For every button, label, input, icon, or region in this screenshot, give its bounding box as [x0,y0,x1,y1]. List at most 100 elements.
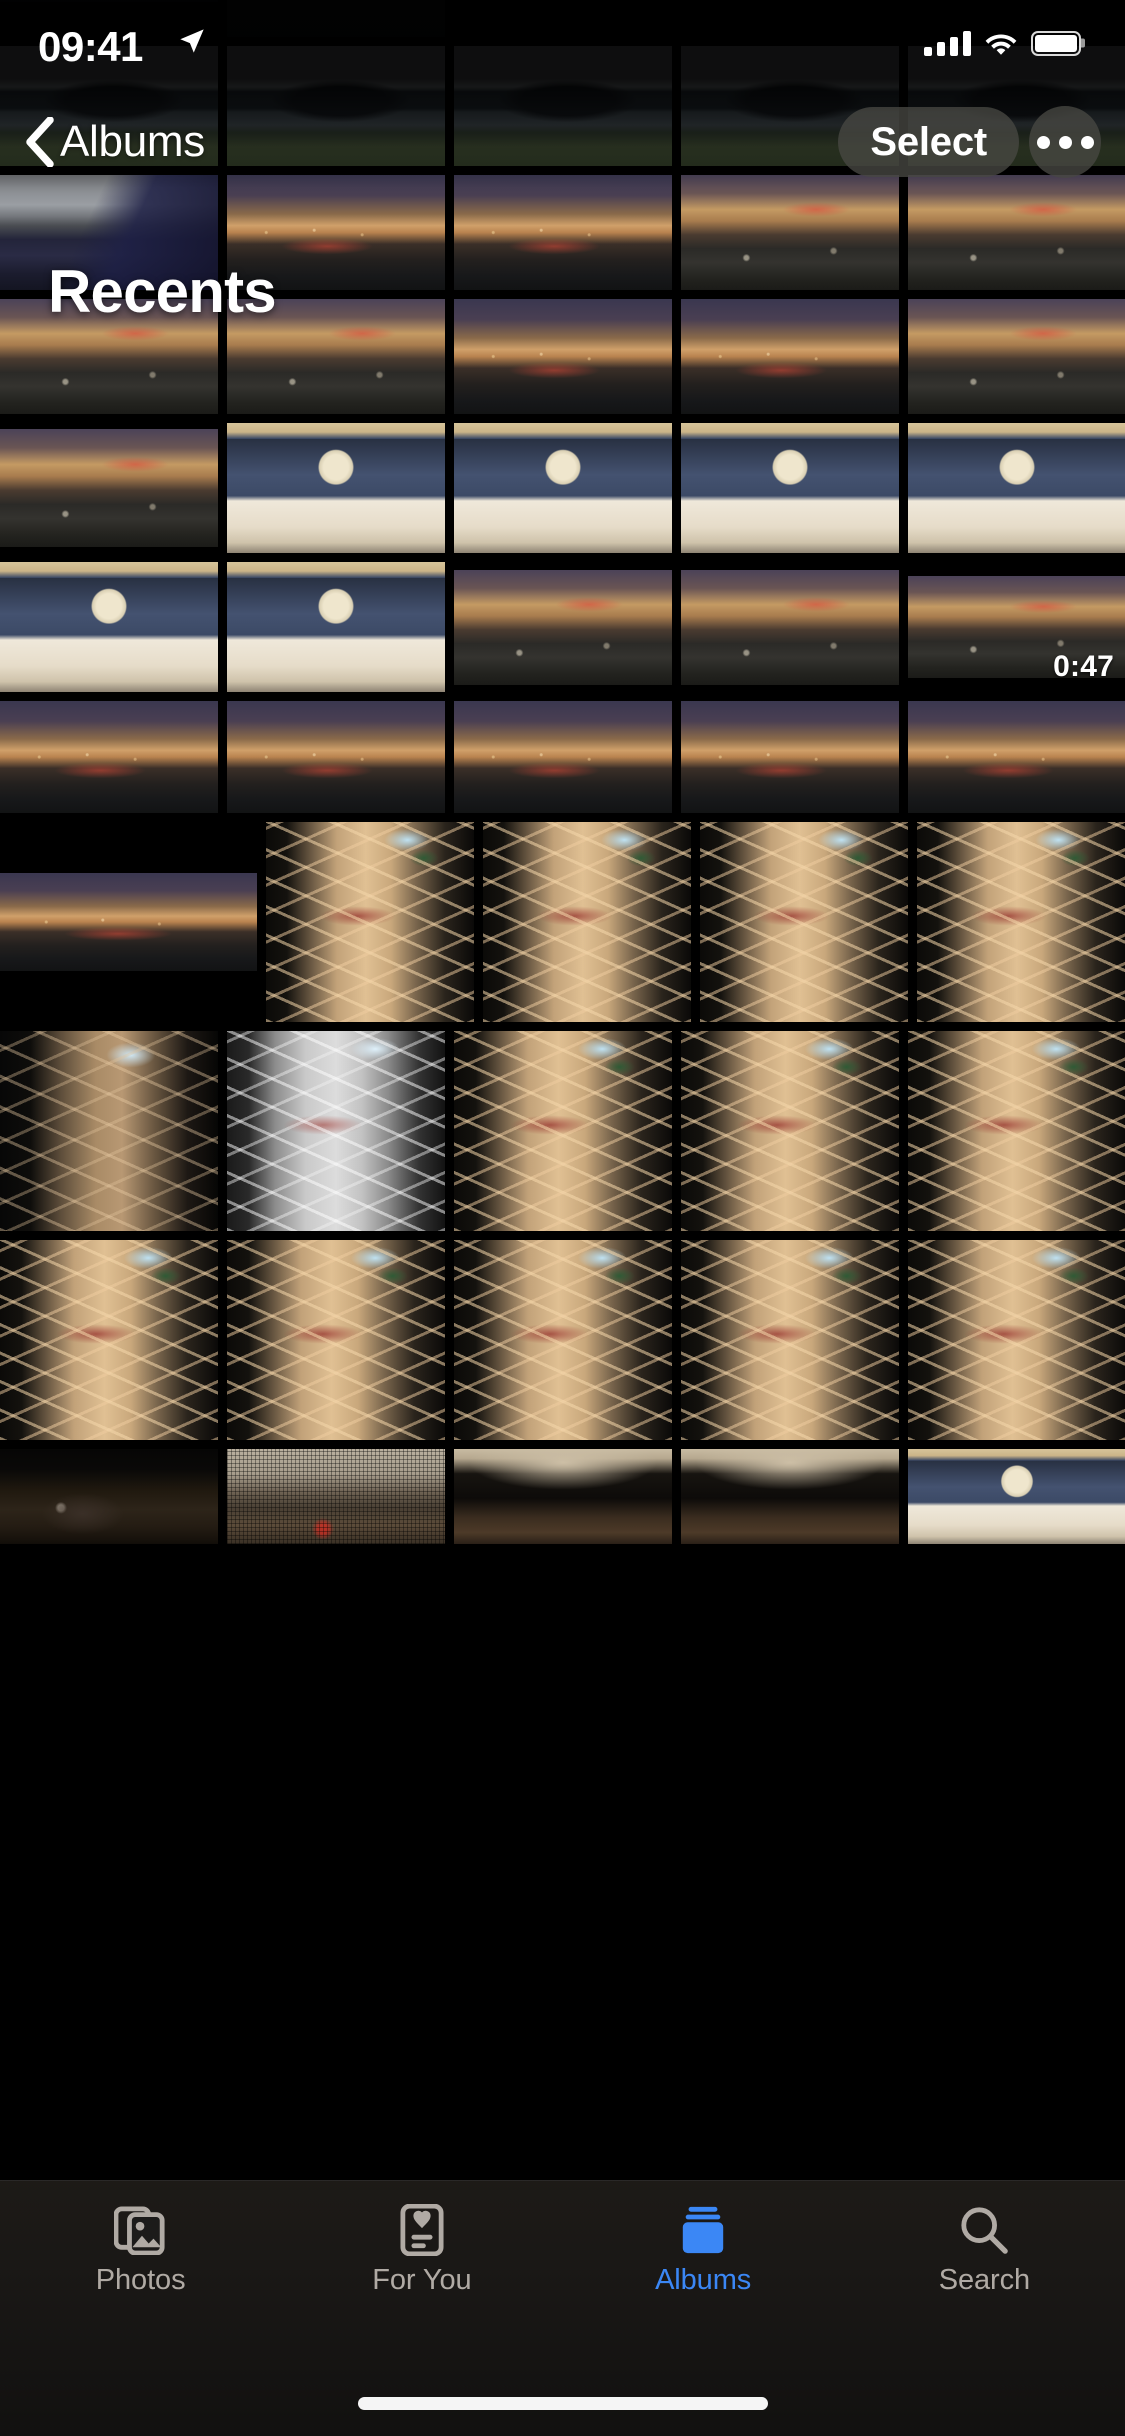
photo-grid-photo-cell[interactable] [0,1031,218,1231]
photo-grid-photo-cell[interactable] [908,1240,1125,1440]
photo-thumbnail [454,175,672,290]
photo-thumbnail [0,1240,218,1440]
photo-thumbnail [227,562,445,692]
photo-grid-photo-cell[interactable] [0,562,218,692]
photo-grid-photo-cell[interactable] [681,1240,899,1440]
photos-app-screen: 0:47 Recents 09:41 Albums Select Photos … [0,0,1125,2436]
photo-grid-photo-cell[interactable] [227,701,445,813]
grid-gutter [899,1031,908,1231]
photo-thumbnail [908,1240,1125,1440]
photo-grid-photo-cell[interactable] [454,1240,672,1440]
chevron-left-icon [26,117,54,167]
photo-grid-photo-cell[interactable] [917,822,1125,1022]
photo-thumbnail [0,0,218,2]
albums-stack-icon [674,2203,732,2257]
photo-grid-photo-cell[interactable] [908,175,1125,290]
tab-label: Albums [655,2264,752,2296]
tab-for-you[interactable]: For You [281,2203,562,2295]
photo-grid-photo-cell[interactable] [0,1449,218,1544]
grid-gutter [899,1449,908,1544]
photo-grid-photo-cell[interactable] [454,701,672,813]
select-button[interactable]: Select [838,107,1019,177]
grid-gutter [691,822,700,1022]
photo-thumbnail [454,701,672,813]
photo-grid-photo-cell[interactable] [227,562,445,692]
grid-gutter [218,423,227,553]
photo-grid-photo-cell[interactable] [0,1240,218,1440]
photo-thumbnail [0,1449,218,1544]
photo-thumbnail [483,822,691,1022]
photo-grid-photo-cell[interactable] [681,701,899,813]
photo-grid-photo-cell[interactable] [681,175,899,290]
photo-grid-row [0,701,1125,813]
tab-photos[interactable]: Photos [0,2203,281,2295]
grid-gutter [899,1240,908,1440]
photo-grid-photo-cell[interactable] [0,822,257,1022]
grid-gutter [445,0,454,37]
photo-grid-photo-cell[interactable] [266,822,474,1022]
page-title: Recents [48,258,277,325]
photo-thumbnail [681,423,899,553]
photo-grid-photo-cell[interactable] [681,423,899,553]
photo-grid-photo-cell[interactable] [681,1449,899,1544]
photo-thumbnail [681,1240,899,1440]
photo-grid-photo-cell[interactable] [700,822,908,1022]
photo-grid-photo-cell[interactable] [227,1449,445,1544]
photo-grid-photo-cell[interactable] [681,1031,899,1231]
photo-grid-photo-cell[interactable] [908,1449,1125,1544]
photo-grid-photo-cell[interactable] [0,0,218,37]
photo-thumbnail [681,175,899,290]
photo-thumbnail [908,1031,1125,1231]
tab-albums[interactable]: Albums [563,2203,844,2295]
ellipsis-icon-dot [1080,135,1094,149]
photo-grid-photo-cell[interactable] [681,562,899,692]
photo-grid-photo-cell[interactable] [227,1031,445,1231]
grid-gutter [445,423,454,553]
ellipsis-icon-dot [1036,135,1050,149]
photo-thumbnail [681,1449,899,1544]
photo-grid-photo-cell[interactable] [454,299,672,414]
back-button-label: Albums [60,117,205,166]
photo-thumbnail [454,570,672,685]
photo-grid-row [0,822,1125,1022]
photo-grid-row [0,423,1125,553]
grid-gutter [899,0,908,37]
photo-grid-photo-cell[interactable] [454,562,672,692]
photo-grid-photo-cell[interactable] [0,423,218,553]
navigation-bar: Albums Select [0,96,1125,188]
grid-gutter [899,423,908,553]
photo-thumbnail [266,822,474,1022]
grid-gutter [672,1449,681,1544]
photo-grid-photo-cell[interactable] [0,701,218,813]
photo-grid-photo-cell[interactable] [483,822,691,1022]
photo-thumbnail [454,299,672,414]
grid-gutter [257,822,266,1022]
photo-grid-photo-cell[interactable] [681,299,899,414]
photo-thumbnail [454,1031,672,1231]
photo-grid-photo-cell[interactable] [454,175,672,290]
photo-grid-photo-cell[interactable] [227,423,445,553]
photo-grid-photo-cell[interactable] [227,1240,445,1440]
back-to-albums-button[interactable]: Albums [22,96,205,188]
photo-grid-photo-cell[interactable] [908,0,1125,37]
tab-search[interactable]: Search [844,2203,1125,2295]
photo-grid-photo-cell[interactable] [227,0,445,37]
photo-grid-photo-cell[interactable] [908,1031,1125,1231]
more-options-button[interactable] [1029,106,1101,178]
grid-gutter [908,822,917,1022]
photo-grid-photo-cell[interactable] [454,0,672,37]
photo-grid-scroll-area[interactable]: 0:47 [0,0,1125,2436]
photo-grid-photo-cell[interactable] [908,423,1125,553]
grid-gutter [445,562,454,692]
photo-grid-photo-cell[interactable] [908,299,1125,414]
grid-gutter [445,1240,454,1440]
photo-grid-photo-cell[interactable] [454,423,672,553]
photo-grid-photo-cell[interactable] [681,0,899,37]
photo-grid-photo-cell[interactable] [454,1449,672,1544]
grid-gutter [218,1031,227,1231]
photo-grid-video-cell[interactable]: 0:47 [908,562,1125,692]
photo-grid-photo-cell[interactable] [908,701,1125,813]
grid-gutter [445,701,454,813]
photo-grid-photo-cell[interactable] [454,1031,672,1231]
photo-thumbnail [227,701,445,813]
